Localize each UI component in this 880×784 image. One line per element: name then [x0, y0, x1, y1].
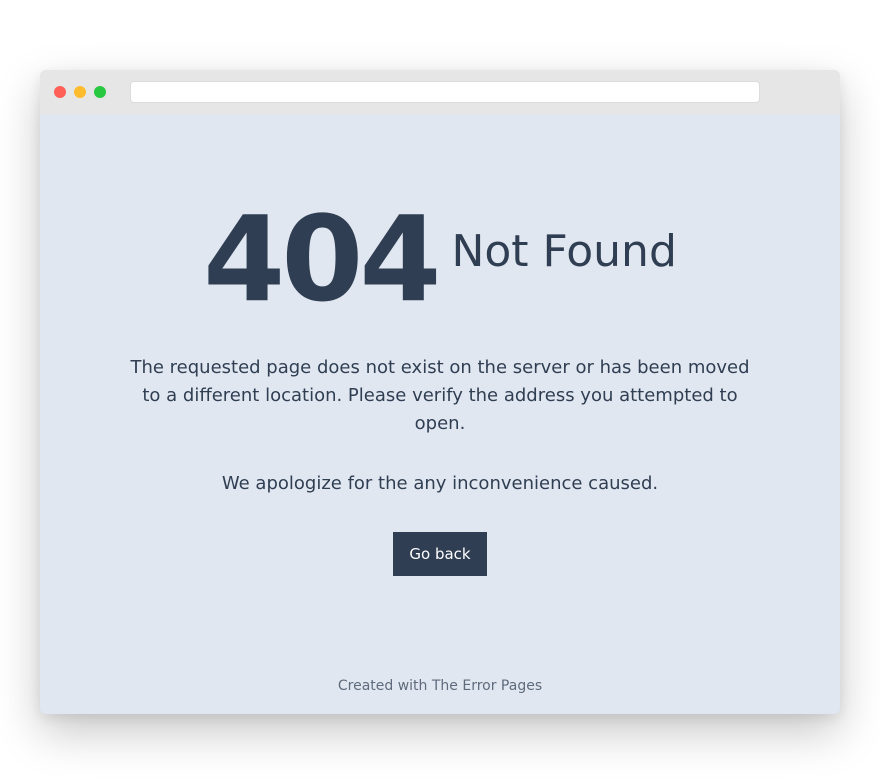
error-page-content: 404 Not Found The requested page does not…	[40, 114, 840, 714]
error-headline: 404 Not Found	[40, 194, 840, 324]
minimize-window-button[interactable]	[74, 86, 86, 98]
error-code: 404	[203, 190, 441, 328]
go-back-button[interactable]: Go back	[393, 532, 487, 576]
address-bar[interactable]	[130, 81, 760, 103]
browser-titlebar	[40, 70, 840, 114]
apology-text: We apologize for the any inconvenience c…	[221, 473, 659, 494]
error-message: The requested page does not exist on the…	[130, 357, 750, 434]
footer-credit: Created with The Error Pages	[337, 678, 543, 694]
browser-window: 404 Not Found The requested page does not…	[40, 70, 840, 714]
close-window-button[interactable]	[54, 86, 66, 98]
error-status-text: Not Found	[451, 226, 677, 277]
maximize-window-button[interactable]	[94, 86, 106, 98]
